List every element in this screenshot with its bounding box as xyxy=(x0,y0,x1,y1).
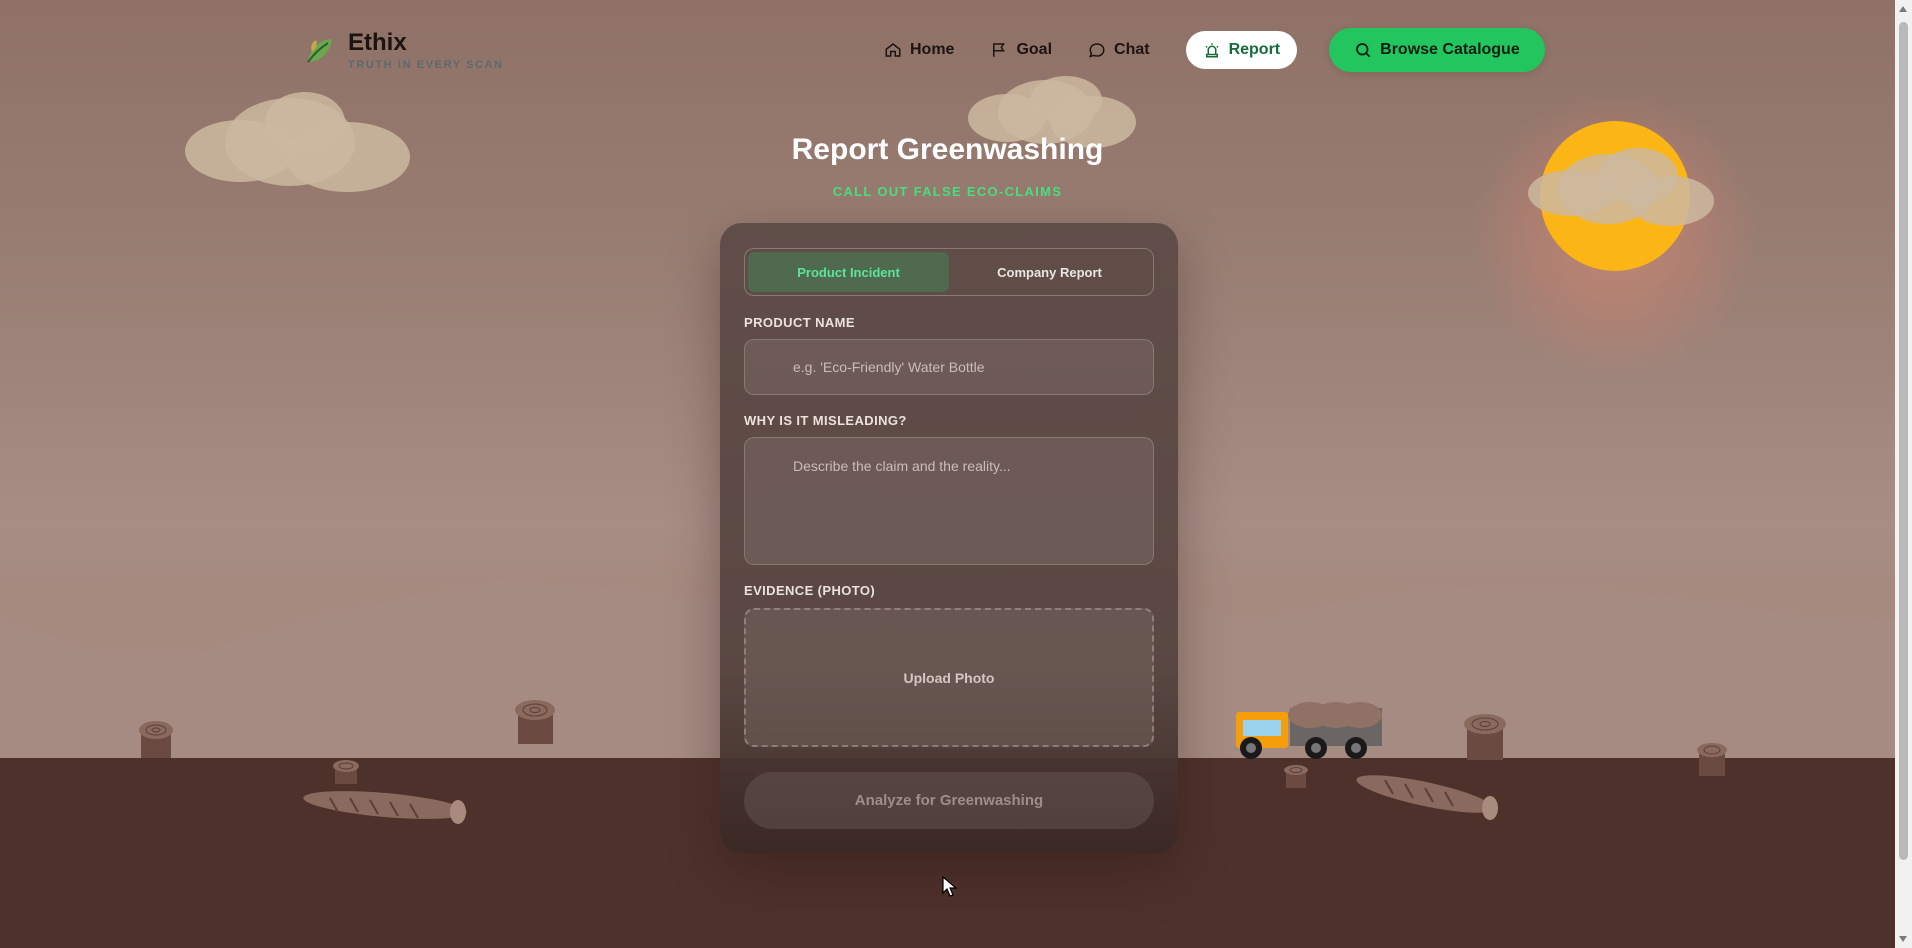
chat-bubble-icon xyxy=(1089,43,1105,58)
alarm-icon xyxy=(1205,43,1219,58)
nav-chat[interactable]: Chat xyxy=(1074,31,1164,69)
stump xyxy=(139,721,173,758)
nav-chat-label: Chat xyxy=(1114,41,1150,58)
vertical-scrollbar[interactable] xyxy=(1895,0,1912,948)
stump xyxy=(515,700,555,744)
page-title: Report Greenwashing xyxy=(791,133,1104,166)
stump xyxy=(333,760,359,784)
analyze-button[interactable]: Analyze for Greenwashing xyxy=(744,772,1154,829)
nav-goal[interactable]: Goal xyxy=(976,31,1066,69)
stump xyxy=(1697,743,1727,776)
tab-product-incident[interactable]: Product Incident xyxy=(748,252,949,292)
brand[interactable]: Ethix TRUTH IN EVERY SCAN xyxy=(302,30,504,71)
nav-report-label: Report xyxy=(1228,41,1281,58)
browse-catalogue-label: Browse Catalogue xyxy=(1380,41,1520,58)
browse-catalogue-button[interactable]: Browse Catalogue xyxy=(1329,28,1545,72)
scrollbar-thumb[interactable] xyxy=(1899,22,1908,860)
stump xyxy=(1284,765,1308,788)
nav-home[interactable]: Home xyxy=(870,31,968,69)
nav-report[interactable]: Report xyxy=(1185,31,1298,69)
scroll-up-arrow-icon[interactable] xyxy=(1899,6,1907,12)
product-name-input[interactable] xyxy=(744,339,1154,395)
search-icon xyxy=(1356,43,1371,58)
nav-home-label: Home xyxy=(910,41,955,58)
why-misleading-textarea[interactable] xyxy=(744,437,1154,565)
log xyxy=(303,791,467,824)
tab-company-report[interactable]: Company Report xyxy=(949,252,1150,292)
truck xyxy=(1236,702,1382,759)
log xyxy=(1356,775,1498,820)
home-icon xyxy=(885,43,901,57)
report-form-card: Product Incident Company Report PRODUCT … xyxy=(720,223,1178,853)
stump xyxy=(1464,714,1506,760)
product-name-label: PRODUCT NAME xyxy=(744,315,855,330)
scroll-down-arrow-icon[interactable] xyxy=(1899,936,1907,942)
evidence-label: EVIDENCE (PHOTO) xyxy=(744,583,876,598)
page-subtitle: CALL OUT FALSE ECO-CLAIMS xyxy=(832,184,1063,199)
brand-tagline: TRUTH IN EVERY SCAN xyxy=(348,59,504,71)
flag-icon xyxy=(993,43,1006,57)
brand-name: Ethix xyxy=(348,29,407,56)
upload-photo-label: Upload Photo xyxy=(903,669,995,686)
main-nav: Home Goal Chat Report Browse Catalogue xyxy=(870,28,1545,72)
leaf-logo-icon xyxy=(307,38,332,63)
upload-photo-dropzone[interactable]: Upload Photo xyxy=(744,608,1154,747)
nav-goal-label: Goal xyxy=(1016,41,1053,58)
mouse-cursor-icon xyxy=(942,876,958,897)
report-type-tabs: Product Incident Company Report xyxy=(744,248,1154,296)
why-misleading-label: WHY IS IT MISLEADING? xyxy=(744,413,907,428)
